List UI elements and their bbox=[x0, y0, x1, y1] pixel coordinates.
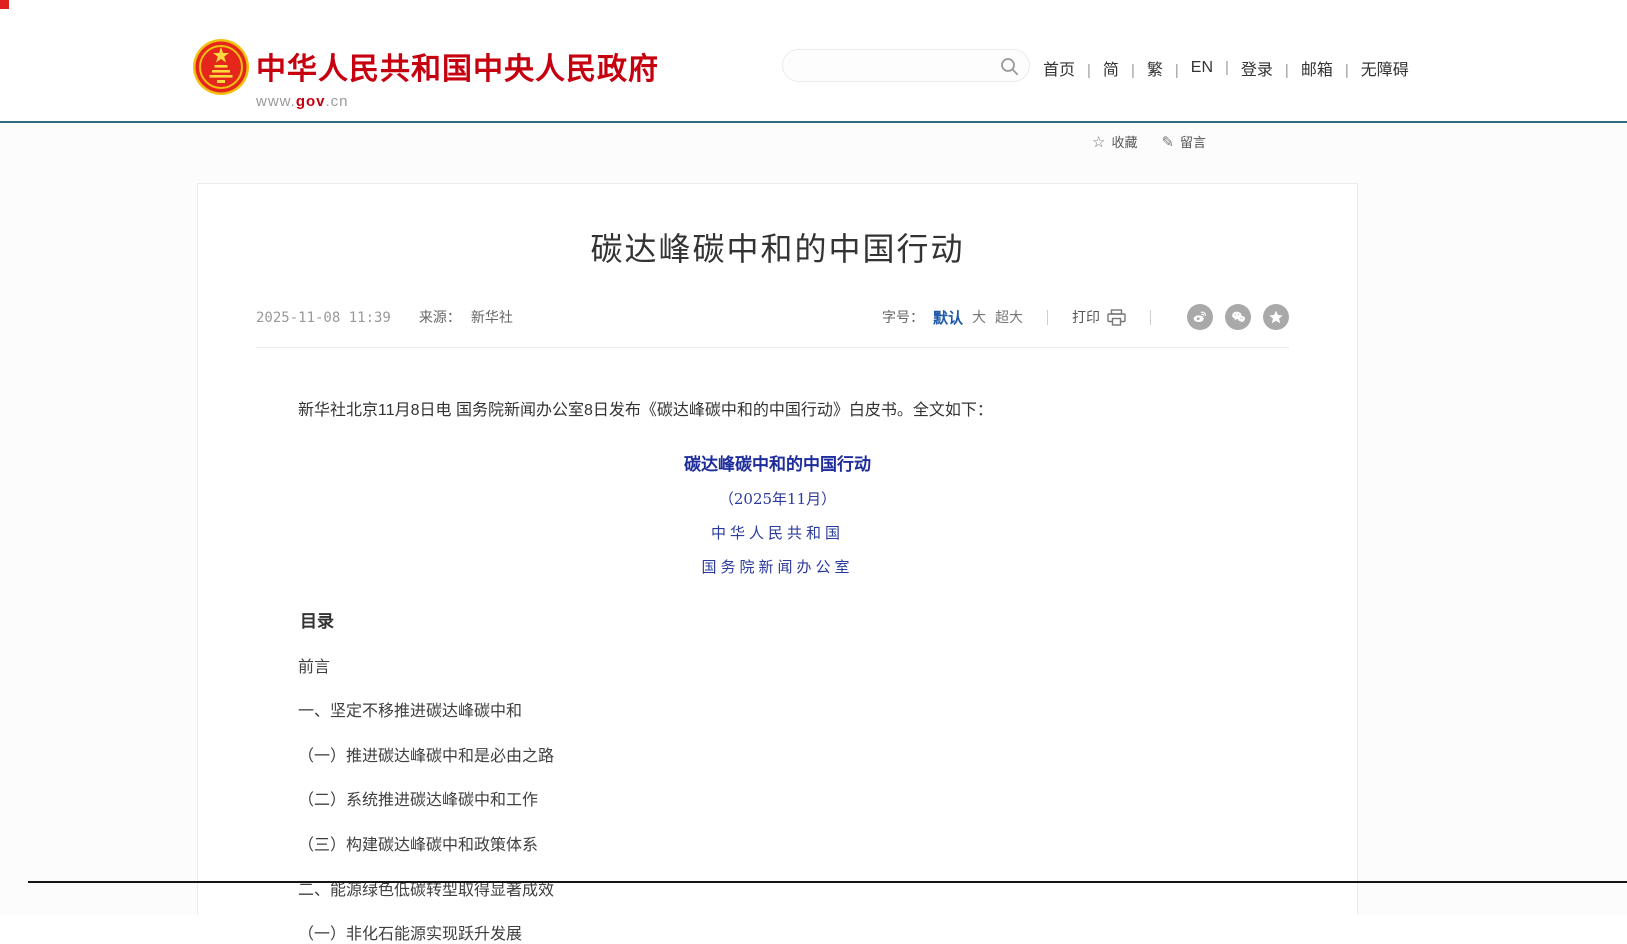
site-header: 中华人民共和国中央人民政府 www.gov.cn 首页 简 繁 EN 登录 邮箱… bbox=[0, 0, 1627, 121]
toc-item-2-1: （一）非化石能源实现跃升发展 bbox=[266, 926, 1289, 944]
article-date: 2025-11-08 11:39 bbox=[256, 310, 391, 326]
site-url: www.gov.cn bbox=[256, 93, 659, 110]
site-url-gov: gov bbox=[296, 93, 326, 110]
national-emblem-logo bbox=[192, 38, 250, 96]
search-icon[interactable] bbox=[1000, 57, 1019, 76]
search-input[interactable] bbox=[797, 51, 992, 80]
site-title: 中华人民共和国中央人民政府 bbox=[256, 44, 659, 88]
toc-item-2: 二、能源绿色低碳转型取得显著成效 bbox=[266, 882, 1289, 900]
nav-item-traditional-chinese[interactable]: 繁 bbox=[1147, 56, 1191, 80]
article-toolbar: 字号： 默认 大 超大 打印 bbox=[882, 304, 1289, 330]
nav-item-home[interactable]: 首页 bbox=[1043, 56, 1103, 80]
toc-item-1: 一、坚定不移推进碳达峰碳中和 bbox=[266, 703, 1289, 721]
toc-item-1-3: （三）构建碳达峰碳中和政策体系 bbox=[266, 837, 1289, 855]
source-label: 来源： bbox=[419, 309, 461, 325]
comment-button[interactable]: ✎ 留言 bbox=[1161, 132, 1206, 151]
weibo-icon bbox=[1192, 309, 1208, 325]
star-share-icon bbox=[1268, 309, 1284, 325]
nav-item-mail[interactable]: 邮箱 bbox=[1301, 56, 1361, 80]
print-button[interactable]: 打印 bbox=[1072, 307, 1126, 327]
article-card: 碳达峰碳中和的中国行动 2025-11-08 11:39 来源： 新华社 字号： … bbox=[197, 183, 1358, 915]
weibo-share-button[interactable] bbox=[1187, 304, 1213, 330]
toolbar-divider bbox=[1150, 310, 1151, 325]
article-meta-left: 2025-11-08 11:39 来源： 新华社 bbox=[256, 307, 513, 327]
article-body: 新华社北京11月8日电 国务院新闻办公室8日发布《碳达峰碳中和的中国行动》白皮书… bbox=[266, 398, 1289, 944]
article-source: 来源： 新华社 bbox=[419, 307, 513, 327]
wechat-icon bbox=[1230, 309, 1247, 325]
nav-item-simplified-chinese[interactable]: 简 bbox=[1103, 56, 1147, 80]
document-org-line-2: 国务院新闻办公室 bbox=[266, 556, 1289, 577]
favorite-label: 收藏 bbox=[1111, 132, 1137, 151]
toc-item-1-1: （一）推进碳达峰碳中和是必由之路 bbox=[266, 748, 1289, 766]
comment-label: 留言 bbox=[1180, 132, 1206, 151]
intro-paragraph: 新华社北京11月8日电 国务院新闻办公室8日发布《碳达峰碳中和的中国行动》白皮书… bbox=[266, 398, 1289, 424]
font-size-label: 字号： bbox=[882, 307, 924, 327]
toolbar-divider bbox=[1047, 310, 1048, 325]
site-identity: 中华人民共和国中央人民政府 www.gov.cn bbox=[256, 44, 659, 110]
toc-item-preface: 前言 bbox=[266, 659, 1289, 677]
top-nav: 首页 简 繁 EN 登录 邮箱 无障碍 bbox=[1043, 56, 1409, 80]
printer-icon bbox=[1107, 309, 1126, 326]
star-icon: ☆ bbox=[1092, 133, 1105, 151]
font-size-xlarge[interactable]: 超大 bbox=[995, 307, 1023, 327]
font-size-large[interactable]: 大 bbox=[972, 307, 986, 327]
document-title: 碳达峰碳中和的中国行动 bbox=[266, 450, 1289, 475]
search-box[interactable] bbox=[782, 49, 1030, 82]
gov-cn-article-page: { "header": { "site_title": "中华人民共和国中央人民… bbox=[0, 0, 1627, 915]
page-actions: ☆ 收藏 ✎ 留言 bbox=[1092, 132, 1206, 151]
font-size-default[interactable]: 默认 bbox=[933, 307, 963, 328]
wechat-share-button[interactable] bbox=[1225, 304, 1251, 330]
document-date: （2025年11月） bbox=[266, 488, 1289, 509]
bottom-border-line bbox=[28, 881, 1627, 883]
qzone-share-button[interactable] bbox=[1263, 304, 1289, 330]
toc-item-1-2: （二）系统推进碳达峰碳中和工作 bbox=[266, 792, 1289, 810]
nav-item-accessibility[interactable]: 无障碍 bbox=[1361, 56, 1409, 80]
nav-item-login[interactable]: 登录 bbox=[1241, 56, 1301, 80]
pencil-icon: ✎ bbox=[1161, 133, 1174, 151]
document-org-line-1: 中华人民共和国 bbox=[266, 522, 1289, 543]
nav-item-english[interactable]: EN bbox=[1191, 59, 1241, 77]
toc-heading: 目录 bbox=[266, 607, 1289, 632]
article-title: 碳达峰碳中和的中国行动 bbox=[198, 224, 1357, 270]
favorite-button[interactable]: ☆ 收藏 bbox=[1092, 132, 1137, 151]
corner-marker bbox=[0, 0, 9, 9]
source-value: 新华社 bbox=[471, 309, 513, 325]
article-meta-row: 2025-11-08 11:39 来源： 新华社 字号： 默认 大 超大 打印 bbox=[256, 304, 1289, 348]
site-url-www: www. bbox=[256, 93, 296, 110]
site-url-cn: .cn bbox=[326, 93, 349, 110]
print-label: 打印 bbox=[1072, 307, 1100, 327]
